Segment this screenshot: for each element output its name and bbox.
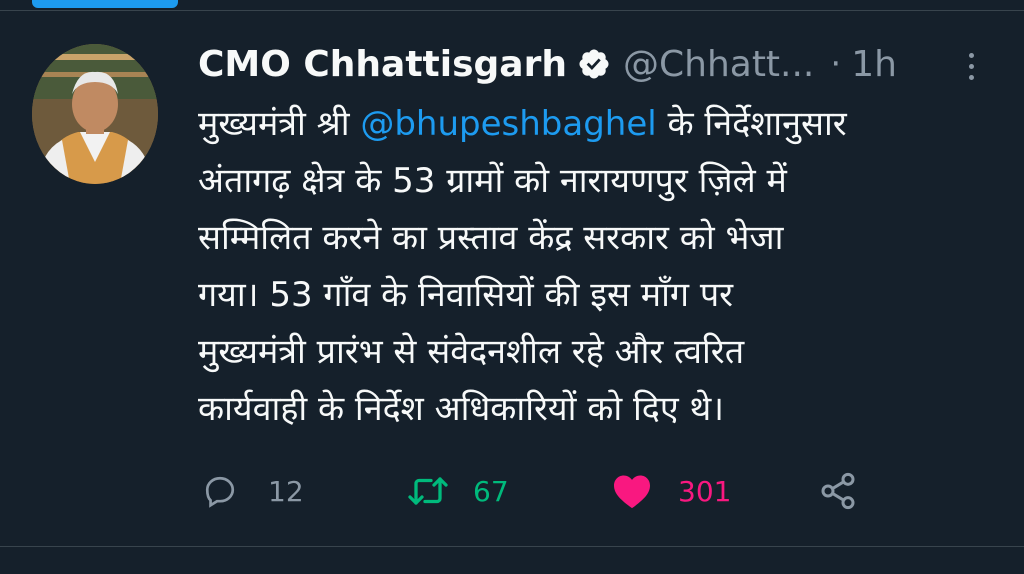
author-name[interactable]: CMO Chhattisgarh [198, 44, 567, 85]
share-icon [821, 472, 855, 510]
tweet-line: कार्यवाही के निर्देश अधिकारियों को दिए थ… [198, 381, 998, 438]
avatar-photo [32, 44, 158, 184]
tweet-header: CMO Chhattisgarh @Chhatt... · 1h [198, 36, 998, 92]
avatar[interactable] [32, 44, 158, 184]
tweet-text-segment: कार्यवाही के निर्देश अधिकारियों को दिए थ… [198, 389, 725, 429]
reply-count: 12 [268, 474, 304, 508]
reply-button[interactable]: 12 [202, 466, 304, 516]
tweet-text-segment: अंतागढ़ क्षेत्र के 53 ग्रामों को नारायणप… [198, 161, 787, 201]
tweet-text-segment: के निर्देशानुसार [656, 104, 847, 144]
retweet-icon [408, 477, 448, 505]
top-divider [0, 10, 1024, 11]
tweet-text-segment: सम्मिलित करने का प्रस्ताव केंद्र सरकार क… [198, 218, 784, 258]
separator-dot: · [830, 44, 842, 84]
tweet-line: अंतागढ़ क्षेत्र के 53 ग्रामों को नारायणप… [198, 153, 998, 210]
like-button[interactable]: 301 [612, 466, 731, 516]
tweet-text-segment: मुख्यमंत्री प्रारंभ से संवेदनशील रहे और … [198, 332, 745, 372]
heart-icon [614, 475, 650, 509]
retweet-count: 67 [473, 474, 509, 508]
author-handle[interactable]: @Chhatt... [623, 44, 814, 85]
like-count: 301 [678, 474, 732, 508]
verified-badge-icon [579, 49, 609, 79]
tweet-line: मुख्यमंत्री श्री @bhupeshbaghel के निर्द… [198, 96, 998, 153]
more-options-icon[interactable] [958, 46, 984, 86]
tweet-line: मुख्यमंत्री प्रारंभ से संवेदनशील रहे और … [198, 324, 998, 381]
mention-link[interactable]: @bhupeshbaghel [360, 104, 656, 144]
timestamp[interactable]: 1h [851, 44, 897, 85]
bottom-divider [0, 546, 1024, 547]
reply-icon [205, 476, 235, 508]
tweet-line: गया। 53 गाँव के निवासियों की इस माँग पर [198, 267, 998, 324]
tweet-text-segment: गया। 53 गाँव के निवासियों की इस माँग पर [198, 275, 734, 315]
tweet-text-segment: मुख्यमंत्री श्री [198, 104, 361, 144]
retweet-button[interactable]: 67 [405, 466, 509, 516]
tab-indicator [32, 0, 178, 8]
tweet-text: मुख्यमंत्री श्री @bhupeshbaghel के निर्द… [198, 96, 998, 438]
tweet-line: सम्मिलित करने का प्रस्ताव केंद्र सरकार क… [198, 210, 998, 267]
share-button[interactable] [818, 466, 858, 516]
